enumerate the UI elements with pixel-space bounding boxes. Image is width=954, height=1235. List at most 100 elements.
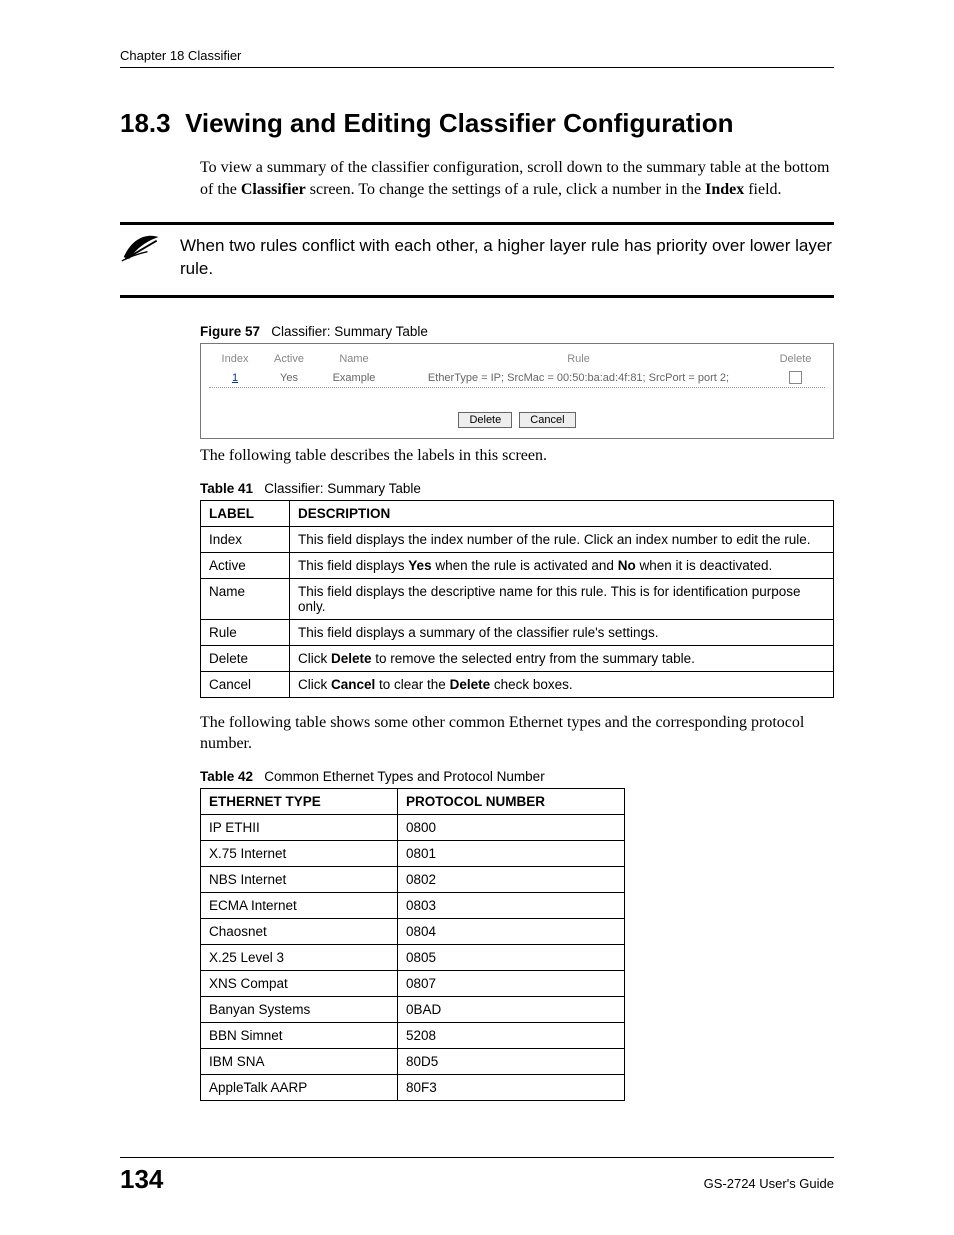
t41-label: Index — [201, 526, 290, 552]
t42-type: X.75 Internet — [201, 840, 398, 866]
t42-proto: 0807 — [398, 970, 625, 996]
t42-proto: 0BAD — [398, 996, 625, 1022]
t41-desc-text: This field displays the index number of … — [298, 532, 811, 547]
classifier-summary-screenshot: Index Active Name Rule Delete 1 Yes Exam… — [200, 343, 834, 439]
t: check boxes. — [490, 677, 573, 692]
t41-label: Name — [201, 578, 290, 619]
intro-text-3: field. — [744, 181, 781, 198]
t41-label: Delete — [201, 645, 290, 671]
t41-desc: Click Cancel to clear the Delete check b… — [290, 671, 834, 697]
note-callout: When two rules conflict with each other,… — [120, 222, 834, 298]
row-index: 1 — [209, 369, 261, 387]
t41-desc: This field displays Yes when the rule is… — [290, 552, 834, 578]
t42-type: BBN Simnet — [201, 1022, 398, 1048]
t42-proto: 0805 — [398, 944, 625, 970]
t42-proto: 80F3 — [398, 1074, 625, 1100]
t: when the rule is activated and — [432, 558, 618, 573]
t41-h-label: LABEL — [201, 500, 290, 526]
table-42-header-row: ETHERNET TYPE PROTOCOL NUMBER — [201, 788, 625, 814]
table-row: Banyan Systems0BAD — [201, 996, 625, 1022]
t42-type: AppleTalk AARP — [201, 1074, 398, 1100]
running-header: Chapter 18 Classifier — [120, 48, 834, 68]
t42-proto: 0801 — [398, 840, 625, 866]
summary-table-header: Index Active Name Rule Delete — [209, 350, 825, 368]
t42-type: X.25 Level 3 — [201, 944, 398, 970]
t42-type: ECMA Internet — [201, 892, 398, 918]
figure-57-label: Figure 57 — [200, 324, 260, 339]
table-row: Index This field displays the index numb… — [201, 526, 834, 552]
t42-type: IBM SNA — [201, 1048, 398, 1074]
table-row: BBN Simnet5208 — [201, 1022, 625, 1048]
t: This field displays a summary of the cla… — [298, 625, 658, 640]
t: Yes — [408, 558, 431, 573]
intro-bold-classifier: Classifier — [241, 181, 306, 198]
section-title-text: Viewing and Editing Classifier Configura… — [185, 108, 733, 138]
col-name: Name — [317, 350, 391, 368]
table-42: ETHERNET TYPE PROTOCOL NUMBER IP ETHII08… — [200, 788, 625, 1101]
t41-label: Active — [201, 552, 290, 578]
table-row: Rule This field displays a summary of th… — [201, 619, 834, 645]
table-row: X.25 Level 30805 — [201, 944, 625, 970]
col-delete: Delete — [766, 350, 825, 368]
cancel-button[interactable]: Cancel — [519, 412, 575, 428]
table-row: Active This field displays Yes when the … — [201, 552, 834, 578]
table-41-label: Table 41 — [200, 481, 253, 496]
col-index: Index — [209, 350, 261, 368]
t42-proto: 0802 — [398, 866, 625, 892]
intro-text-2: screen. To change the settings of a rule… — [306, 181, 705, 198]
table-row: ECMA Internet0803 — [201, 892, 625, 918]
table-row: X.75 Internet0801 — [201, 840, 625, 866]
page-number: 134 — [120, 1164, 163, 1195]
t41-label: Rule — [201, 619, 290, 645]
table-41-header-row: LABEL DESCRIPTION — [201, 500, 834, 526]
table-row: AppleTalk AARP80F3 — [201, 1074, 625, 1100]
t42-type: XNS Compat — [201, 970, 398, 996]
t41-h-desc: DESCRIPTION — [290, 500, 834, 526]
t42-type: IP ETHII — [201, 814, 398, 840]
intro-paragraph: To view a summary of the classifier conf… — [200, 157, 834, 200]
t42-type: Banyan Systems — [201, 996, 398, 1022]
delete-checkbox[interactable] — [789, 371, 802, 384]
table-row: IP ETHII0800 — [201, 814, 625, 840]
table-row: Delete Click Delete to remove the select… — [201, 645, 834, 671]
t: Click — [298, 651, 331, 666]
guide-name: GS-2724 User's Guide — [704, 1176, 834, 1191]
row-rule: EtherType = IP; SrcMac = 00:50:ba:ad:4f:… — [391, 369, 766, 387]
table-row: Chaosnet0804 — [201, 918, 625, 944]
t42-proto: 0800 — [398, 814, 625, 840]
intro-bold-index: Index — [705, 181, 744, 198]
t: Delete — [331, 651, 372, 666]
t42-type: NBS Internet — [201, 866, 398, 892]
table-41: LABEL DESCRIPTION Index This field displ… — [200, 500, 834, 698]
row-name: Example — [317, 369, 391, 387]
summary-table-row: 1 Yes Example EtherType = IP; SrcMac = 0… — [209, 368, 825, 388]
section-number: 18.3 — [120, 108, 171, 138]
summary-buttons: Delete Cancel — [209, 412, 825, 428]
table-42-title: Common Ethernet Types and Protocol Numbe… — [264, 769, 544, 784]
t: when it is deactivated. — [636, 558, 773, 573]
t41-desc: This field displays the index number of … — [290, 526, 834, 552]
t: Click — [298, 677, 331, 692]
t42-proto: 80D5 — [398, 1048, 625, 1074]
t42-h-type: ETHERNET TYPE — [201, 788, 398, 814]
delete-button[interactable]: Delete — [458, 412, 512, 428]
table-row: Name This field displays the descriptive… — [201, 578, 834, 619]
t41-desc: This field displays the descriptive name… — [290, 578, 834, 619]
after-figure-text: The following table describes the labels… — [200, 445, 834, 467]
t: to remove the selected entry from the su… — [372, 651, 695, 666]
t41-desc: Click Delete to remove the selected entr… — [290, 645, 834, 671]
table-row: Cancel Click Cancel to clear the Delete … — [201, 671, 834, 697]
index-link[interactable]: 1 — [232, 372, 238, 384]
t: This field displays the descriptive name… — [298, 584, 801, 614]
col-rule: Rule — [391, 350, 766, 368]
t42-type: Chaosnet — [201, 918, 398, 944]
section-heading: 18.3 Viewing and Editing Classifier Conf… — [120, 108, 834, 139]
note-text: When two rules conflict with each other,… — [180, 235, 834, 281]
table-row: NBS Internet0802 — [201, 866, 625, 892]
row-active: Yes — [261, 369, 317, 387]
table-row: IBM SNA80D5 — [201, 1048, 625, 1074]
t: No — [618, 558, 636, 573]
row-delete — [766, 368, 825, 387]
t42-proto: 0804 — [398, 918, 625, 944]
table-42-label: Table 42 — [200, 769, 253, 784]
